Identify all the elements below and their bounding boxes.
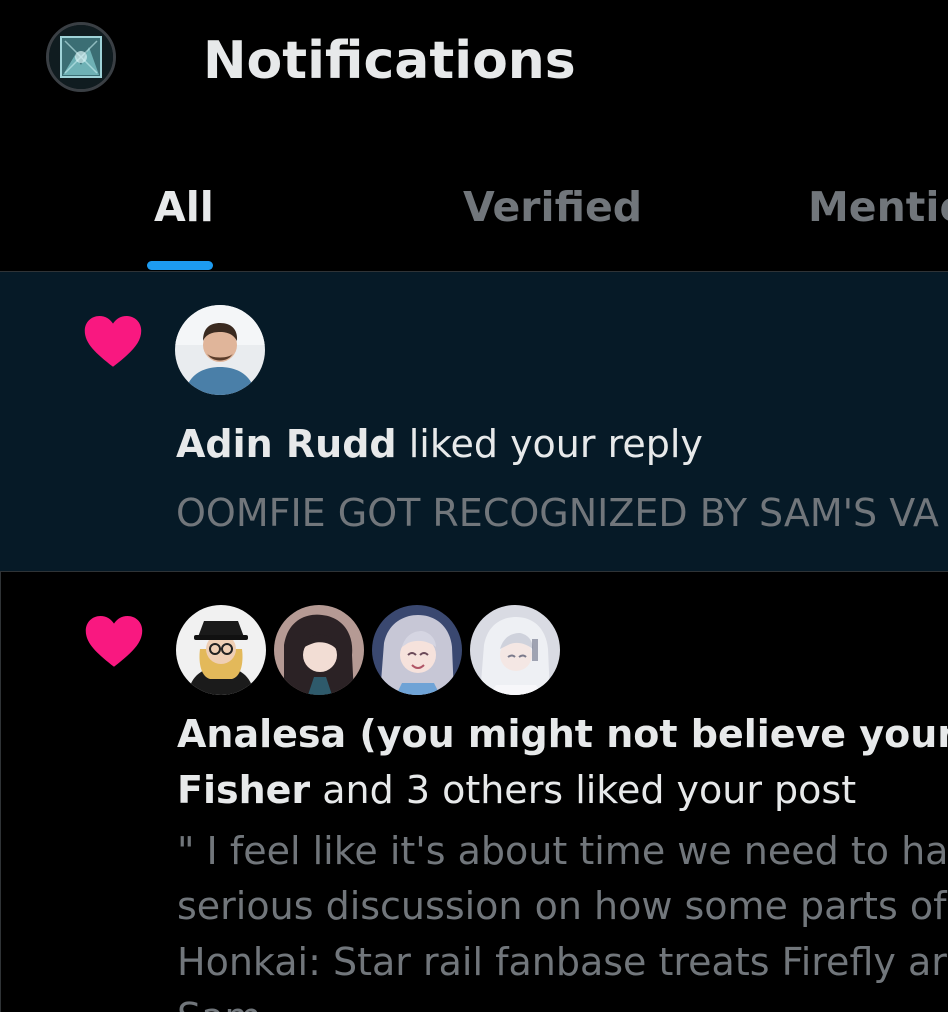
notification-item[interactable]: Analesa (you might not believe your ey F… [0,572,948,1012]
notifications-page: Notifications All Verified Mentio [0,0,948,1012]
actor-name[interactable]: Fisher [177,768,310,812]
active-tab-indicator [147,261,213,270]
notification-action: and 3 others liked your post [310,768,857,812]
avatar[interactable] [176,605,266,695]
notification-preview: OOMFIE GOT RECOGNIZED BY SAM'S VA [176,491,939,535]
notification-item[interactable]: Adin Rudd liked your reply OOMFIE GOT RE… [0,272,948,571]
actor-name[interactable]: Adin Rudd [176,422,397,466]
heart-icon [85,615,143,667]
notification-text: Adin Rudd liked your reply [176,417,703,472]
notification-action: liked your reply [396,422,703,466]
tab-mentions[interactable]: Mentio [808,182,948,232]
actor-name[interactable]: Analesa (you might not believe your ey [177,712,948,756]
profile-avatar-icon[interactable] [46,22,116,92]
notification-preview: Sam [177,990,261,1012]
notification-text: Fisher and 3 others liked your post [177,763,856,818]
tab-all[interactable]: All [154,182,214,232]
notification-text: Analesa (you might not believe your ey [177,707,948,762]
notification-preview: serious discussion on how some parts of [177,884,947,928]
notification-preview: " I feel like it's about time we need to… [177,829,948,873]
page-title: Notifications [203,31,576,91]
notification-preview: Honkai: Star rail fanbase treats Firefly… [177,940,947,984]
heart-icon [84,315,142,367]
avatar[interactable] [175,305,265,395]
avatar[interactable] [372,605,462,695]
avatar[interactable] [470,605,560,695]
tab-bar: All Verified Mentio [0,160,948,271]
avatar[interactable] [274,605,364,695]
tab-verified[interactable]: Verified [463,182,642,232]
header: Notifications [0,0,948,130]
